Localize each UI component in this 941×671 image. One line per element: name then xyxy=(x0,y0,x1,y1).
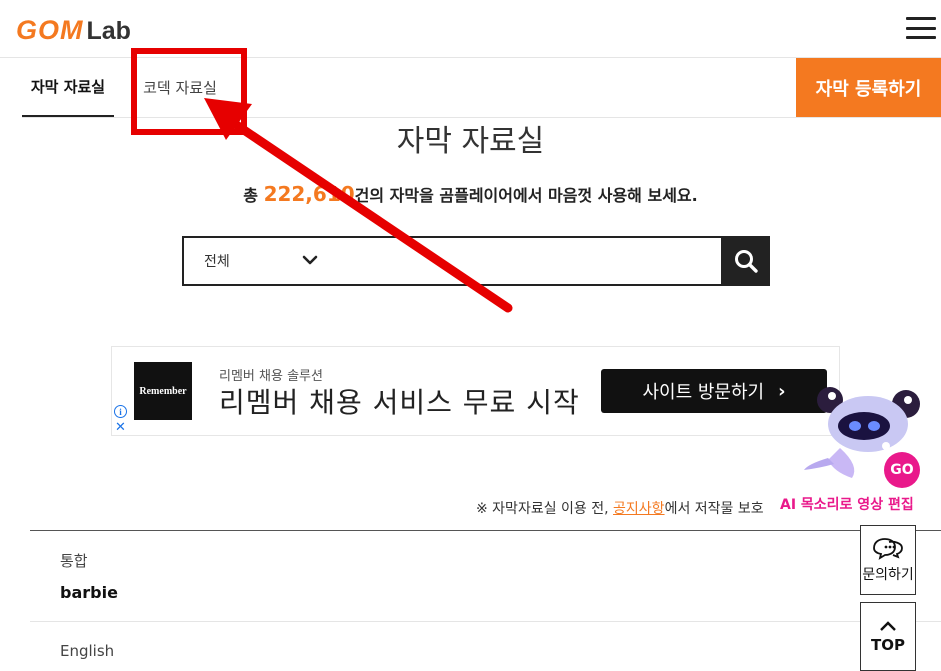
hamburger-menu-icon[interactable] xyxy=(906,17,936,39)
list-top-border xyxy=(30,530,941,531)
search-input[interactable] xyxy=(329,238,721,284)
notice-suffix: 에서 저작물 보호 xyxy=(664,501,764,517)
total-suffix: 건의 자막을 곰플레이어에서 마음껏 사용해 보세요. xyxy=(354,186,698,205)
chevron-up-icon xyxy=(880,620,896,631)
chat-bubble-icon xyxy=(873,538,903,560)
search-bar: 전체 xyxy=(182,236,770,286)
remember-logo: Remember xyxy=(134,362,192,420)
list-row-divider xyxy=(30,621,941,622)
list-category-label: 통합 xyxy=(60,552,88,570)
total-count-text: 총 222,610건의 자막을 곰플레이어에서 마음껏 사용해 보세요. xyxy=(0,182,941,206)
chevron-down-icon xyxy=(302,255,318,265)
go-badge[interactable]: GO xyxy=(884,452,920,488)
annotation-highlight-box xyxy=(131,48,247,135)
search-category-value: 전체 xyxy=(204,254,230,270)
search-icon xyxy=(734,250,758,273)
logo-gom-text: GOM xyxy=(16,15,84,45)
ad-visit-label: 사이트 방문하기 xyxy=(642,382,765,403)
tab-subtitle-library[interactable]: 자막 자료실 xyxy=(22,58,114,117)
total-prefix: 총 xyxy=(243,186,264,205)
top-label: TOP xyxy=(871,635,905,654)
gomlab-logo[interactable]: GOM Lab xyxy=(16,14,131,44)
advertisement-banner[interactable]: Remember 리멤버 채용 솔루션 리멤버 채용 서비스 무료 시작 사이트… xyxy=(111,346,840,436)
search-category-select[interactable]: 전체 xyxy=(184,238,329,284)
promo-text: AI 목소리로 영상 편집 xyxy=(780,497,914,513)
list-category-label: English xyxy=(60,642,115,660)
ai-voice-promo[interactable]: GO AI 목소리로 영상 편집 xyxy=(776,374,941,524)
logo-lab-text: Lab xyxy=(86,17,131,45)
inquiry-label: 문의하기 xyxy=(862,567,914,583)
search-button[interactable] xyxy=(721,238,770,284)
top-button[interactable]: TOP xyxy=(860,602,916,671)
notice-text: ※ 자막자료실 이용 전, 공지사항에서 저작물 보호 xyxy=(476,498,764,518)
notice-prefix: ※ 자막자료실 이용 전, xyxy=(476,501,614,517)
ad-headline: 리멤버 채용 서비스 무료 시작 xyxy=(219,386,580,419)
notice-link[interactable]: 공지사항 xyxy=(613,501,665,517)
ad-close-icon[interactable]: ✕ xyxy=(115,421,126,434)
register-subtitle-button[interactable]: 자막 등록하기 xyxy=(796,58,941,117)
total-count: 222,610 xyxy=(263,182,355,206)
ad-info-icon[interactable]: i xyxy=(114,405,127,418)
inquiry-button[interactable]: 문의하기 xyxy=(860,525,916,595)
list-item-title[interactable]: barbie xyxy=(60,583,118,602)
